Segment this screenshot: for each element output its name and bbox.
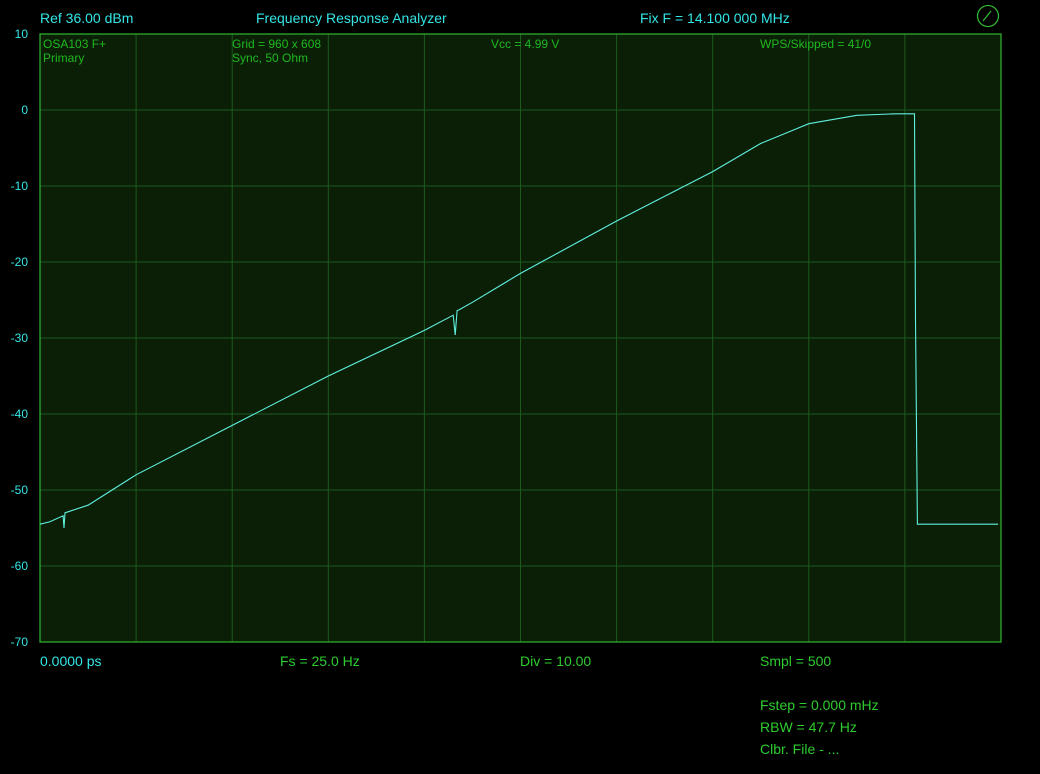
y-tick-label: -10 (10, 179, 28, 193)
start-time: 0.0000 ps (40, 653, 102, 669)
y-tick-label: 0 (21, 103, 28, 117)
y-tick-label: -70 (10, 635, 28, 649)
rbw: RBW = 47.7 Hz (760, 719, 857, 735)
device-name: OSA103 F+ (43, 37, 107, 51)
y-tick-label: -20 (10, 255, 28, 269)
frequency-step: Fstep = 0.000 mHz (760, 697, 879, 713)
division: Div = 10.00 (520, 653, 592, 669)
y-tick-label: -60 (10, 559, 28, 573)
wps-info: WPS/Skipped = 41/0 (760, 37, 872, 51)
sample-rate: Fs = 25.0 Hz (280, 653, 360, 669)
y-tick-label: -30 (10, 331, 28, 345)
y-tick-label: -50 (10, 483, 28, 497)
mode-label: Primary (43, 51, 85, 65)
sync-info: Sync, 50 Ohm (232, 51, 309, 65)
ref-level: Ref 36.00 dBm (40, 10, 134, 26)
dial-icon[interactable] (976, 4, 1000, 28)
app-title: Frequency Response Analyzer (256, 10, 447, 26)
grid-info: Grid = 960 x 608 (232, 37, 322, 51)
vcc-info: Vcc = 4.99 V (491, 37, 560, 51)
sample-count: Smpl = 500 (760, 653, 832, 669)
y-tick-label: 10 (14, 27, 28, 41)
y-tick-label: -40 (10, 407, 28, 421)
calibration-file[interactable]: Clbr. File - ... (760, 741, 839, 757)
fix-frequency: Fix F = 14.100 000 MHz (640, 10, 790, 26)
